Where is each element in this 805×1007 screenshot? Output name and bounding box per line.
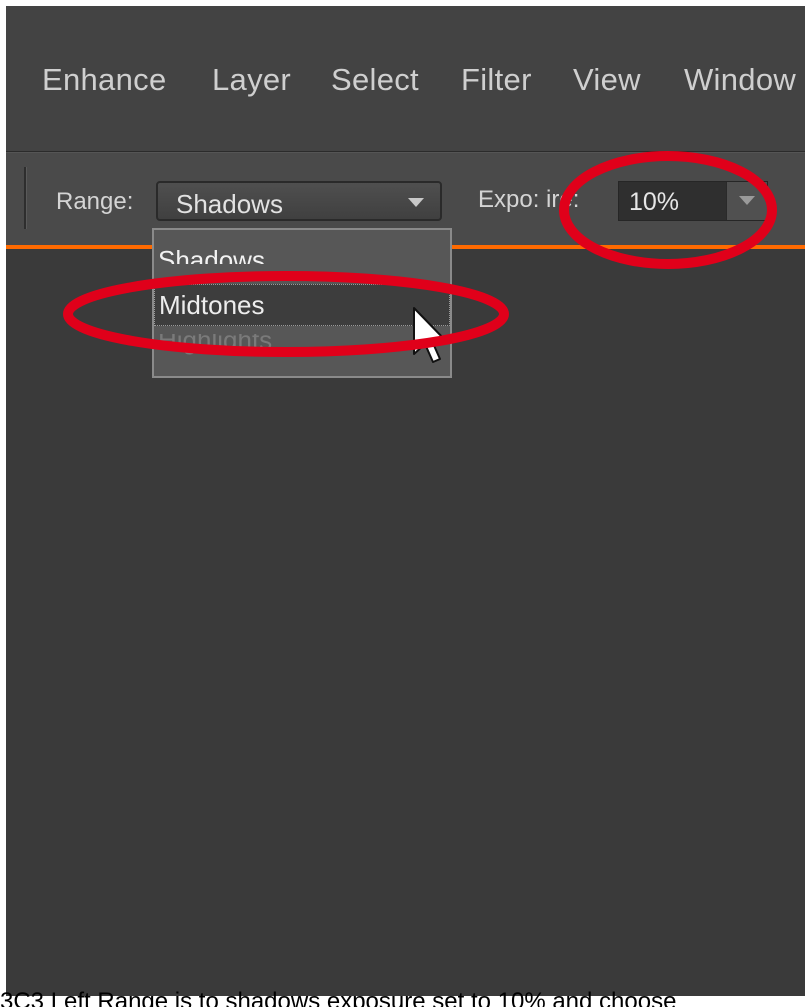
menu-layer[interactable]: Layer — [212, 62, 291, 98]
exposure-input[interactable]: 10% — [618, 181, 768, 221]
range-label: Range: — [56, 188, 134, 215]
range-selected-value: Shadows — [176, 189, 283, 219]
menu-filter[interactable]: Filter — [461, 62, 532, 98]
menu-view[interactable]: View — [573, 62, 641, 98]
menu-window[interactable]: Window — [684, 62, 796, 98]
dropdown-option-highlights[interactable]: Highlights — [154, 334, 450, 358]
menu-select[interactable]: Select — [331, 62, 419, 98]
exposure-value: 10% — [629, 188, 680, 216]
photo-editor-window: Enhance Layer Select Filter View Window … — [6, 6, 805, 996]
range-dropdown-menu: Shadows Midtones Highlights — [152, 228, 452, 378]
menu-enhance[interactable]: Enhance — [42, 62, 166, 98]
menu-bar: Enhance Layer Select Filter View Window — [6, 6, 805, 152]
exposure-label: Expo: ire: — [478, 186, 580, 213]
toolbar-divider — [24, 167, 27, 229]
exposure-dropdown-button[interactable] — [726, 182, 767, 220]
caption-text: 3C3 Left Range is to shadows exposure se… — [0, 990, 677, 1007]
range-select[interactable]: Shadows — [156, 181, 442, 221]
chevron-down-icon — [739, 196, 755, 205]
mouse-pointer-icon — [413, 307, 447, 363]
dropdown-option-shadows[interactable]: Shadows — [154, 230, 450, 264]
chevron-down-icon — [408, 198, 424, 207]
dropdown-option-midtones[interactable]: Midtones — [154, 284, 450, 326]
